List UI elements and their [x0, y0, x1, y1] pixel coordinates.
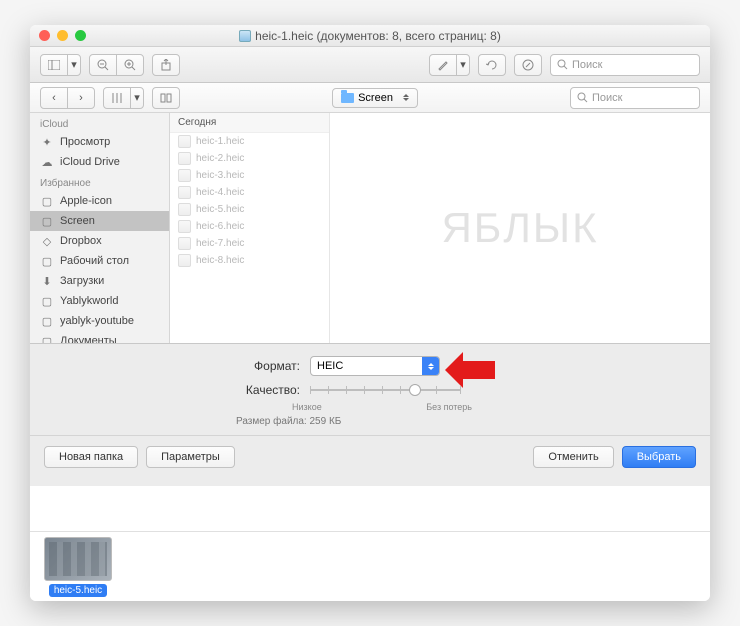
save-panel-search[interactable]: Поиск [570, 87, 700, 109]
path-dropdown[interactable]: Screen [332, 88, 418, 108]
sidebar-item-preview[interactable]: ✦Просмотр [30, 132, 169, 152]
sidebar-item-apple-icon[interactable]: ▢Apple-icon [30, 191, 169, 211]
cancel-button[interactable]: Отменить [533, 446, 613, 468]
filesize-value: 259 КБ [309, 416, 341, 427]
choose-button[interactable]: Выбрать [622, 446, 696, 468]
preview-area: ЯБЛЫК [330, 113, 710, 343]
cloud-icon: ☁ [40, 155, 54, 169]
sidebar-toggle-button[interactable] [40, 54, 68, 76]
thumbnail-image [44, 537, 112, 581]
save-sidebar: iCloud ✦Просмотр ☁iCloud Drive Избранное… [30, 113, 170, 343]
group-button[interactable] [152, 87, 180, 109]
edit-button[interactable] [514, 54, 542, 76]
heic-icon [178, 169, 191, 182]
file-item[interactable]: heic-8.heic [170, 252, 329, 269]
format-label: Формат: [50, 359, 300, 373]
toolbar-search[interactable]: Поиск [550, 54, 700, 76]
new-folder-button[interactable]: Новая папка [44, 446, 138, 468]
thumbnail-label: heic-5.heic [49, 584, 107, 597]
file-item[interactable]: heic-2.heic [170, 150, 329, 167]
quality-high-label: Без потерь [426, 402, 472, 412]
save-panel-nav: ‹ › ▾ Screen Поиск [30, 83, 710, 113]
heic-icon [178, 254, 191, 267]
options-button[interactable]: Параметры [146, 446, 235, 468]
folder-icon: ▢ [40, 194, 54, 208]
heic-icon [178, 220, 191, 233]
window-title: heic-1.heic (документов: 8, всего страни… [30, 29, 710, 43]
file-item[interactable]: heic-3.heic [170, 167, 329, 184]
sidebar-item-downloads[interactable]: ⬇Загрузки [30, 271, 169, 291]
desktop-icon: ▢ [40, 254, 54, 268]
heic-icon [178, 135, 191, 148]
preview-icon: ✦ [40, 135, 54, 149]
markup-menu-button[interactable]: ▾ [456, 54, 470, 76]
date-header: Сегодня [170, 113, 329, 133]
sidebar-item-dropbox[interactable]: ◇Dropbox [30, 231, 169, 251]
sidebar-section-icloud: iCloud [30, 113, 169, 132]
file-column: Сегодня heic-1.heic heic-2.heic heic-3.h… [170, 113, 330, 343]
app-window: heic-1.heic (документов: 8, всего страни… [30, 25, 710, 601]
sidebar-item-screen[interactable]: ▢Screen [30, 211, 169, 231]
view-mode-button[interactable] [103, 87, 131, 109]
file-item[interactable]: heic-7.heic [170, 235, 329, 252]
zoom-out-button[interactable] [89, 54, 117, 76]
thumbnail-item[interactable]: heic-5.heic [44, 537, 112, 597]
documents-icon: ▢ [40, 334, 54, 343]
nav-back-button[interactable]: ‹ [40, 87, 68, 109]
quality-label: Качество: [50, 383, 300, 397]
file-item[interactable]: heic-4.heic [170, 184, 329, 201]
search-icon [577, 92, 588, 103]
downloads-icon: ⬇ [40, 274, 54, 288]
thumbnail-strip: heic-5.heic [30, 531, 710, 601]
file-item[interactable]: heic-5.heic [170, 201, 329, 218]
view-mode-menu-button[interactable]: ▾ [130, 87, 144, 109]
markup-button[interactable] [429, 54, 457, 76]
file-item[interactable]: heic-6.heic [170, 218, 329, 235]
titlebar: heic-1.heic (документов: 8, всего страни… [30, 25, 710, 47]
heic-icon [178, 203, 191, 216]
file-item[interactable]: heic-1.heic [170, 133, 329, 150]
folder-icon [341, 93, 354, 103]
zoom-in-button[interactable] [116, 54, 144, 76]
folder-icon: ▢ [40, 294, 54, 308]
folder-icon: ▢ [40, 214, 54, 228]
heic-icon [178, 186, 191, 199]
dropdown-caret-icon [422, 357, 439, 375]
sidebar-item-yablykworld[interactable]: ▢Yablykworld [30, 291, 169, 311]
sidebar-item-yablyk-youtube[interactable]: ▢yablyk-youtube [30, 311, 169, 331]
share-button[interactable] [152, 54, 180, 76]
sidebar-item-desktop[interactable]: ▢Рабочий стол [30, 251, 169, 271]
sidebar-section-favorites: Избранное [30, 172, 169, 191]
sidebar-item-documents[interactable]: ▢Документы [30, 331, 169, 343]
preview-toolbar: ▾ ▾ Поиск [30, 47, 710, 83]
document-icon [239, 30, 251, 42]
watermark: ЯБЛЫК [441, 204, 598, 252]
quality-low-label: Низкое [292, 402, 322, 412]
sidebar-menu-button[interactable]: ▾ [67, 54, 81, 76]
sidebar-item-icloud-drive[interactable]: ☁iCloud Drive [30, 152, 169, 172]
dropbox-icon: ◇ [40, 234, 54, 248]
folder-icon: ▢ [40, 314, 54, 328]
filesize-label: Размер файла: [236, 416, 307, 427]
heic-icon [178, 237, 191, 250]
save-panel: ‹ › ▾ Screen Поиск [30, 83, 710, 531]
rotate-button[interactable] [478, 54, 506, 76]
export-options: Формат: HEIC Качество: [30, 343, 710, 486]
quality-slider[interactable] [310, 382, 460, 398]
nav-forward-button[interactable]: › [67, 87, 95, 109]
heic-icon [178, 152, 191, 165]
format-select[interactable]: HEIC [310, 356, 440, 376]
search-icon [557, 59, 568, 70]
